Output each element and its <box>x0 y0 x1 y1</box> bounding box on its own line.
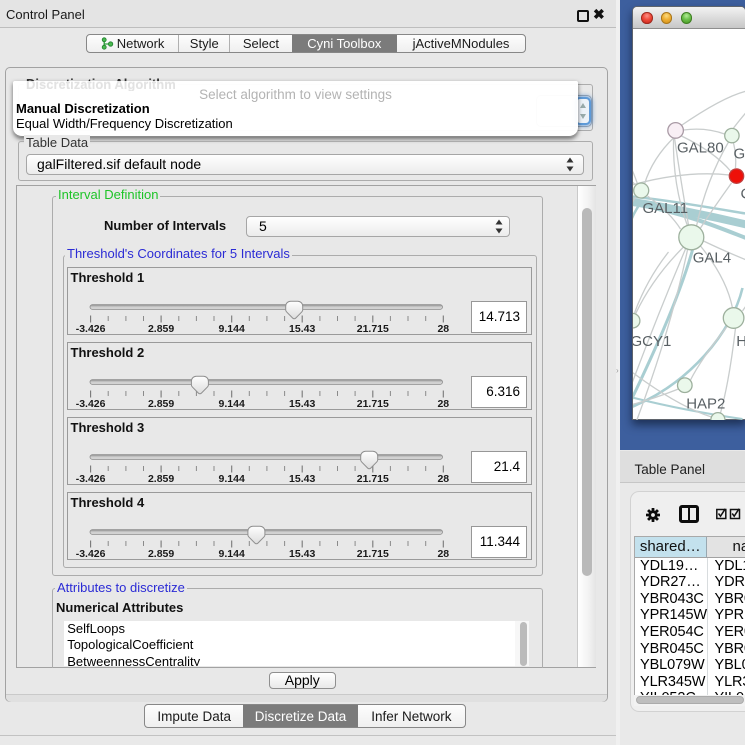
svg-text:28: 28 <box>437 473 449 485</box>
svg-text:15.43: 15.43 <box>289 473 315 485</box>
svg-text:15.43: 15.43 <box>289 398 315 410</box>
svg-text:-3.426: -3.426 <box>76 548 106 560</box>
svg-text:2.859: 2.859 <box>148 398 174 410</box>
svg-text:9.144: 9.144 <box>219 548 245 560</box>
svg-text:GAL4: GAL4 <box>692 250 730 267</box>
svg-text:GCY1: GCY1 <box>633 333 671 350</box>
svg-text:GAL11: GAL11 <box>642 200 688 217</box>
svg-text:15.43: 15.43 <box>289 323 315 335</box>
svg-text:9.144: 9.144 <box>219 473 245 485</box>
svg-text:21.715: 21.715 <box>357 473 389 485</box>
svg-text:9.144: 9.144 <box>219 323 245 335</box>
svg-text:-3.426: -3.426 <box>76 323 106 335</box>
svg-text:GA: GA <box>733 146 745 163</box>
svg-text:HAP2: HAP2 <box>686 396 725 413</box>
svg-text:21.715: 21.715 <box>357 398 389 410</box>
svg-text:28: 28 <box>437 323 449 335</box>
svg-text:C: C <box>740 186 745 203</box>
svg-text:2.859: 2.859 <box>148 473 174 485</box>
svg-text:15.43: 15.43 <box>289 548 315 560</box>
svg-text:9.144: 9.144 <box>219 398 245 410</box>
svg-text:21.715: 21.715 <box>357 323 389 335</box>
svg-text:21.715: 21.715 <box>357 548 389 560</box>
svg-text:28: 28 <box>437 398 449 410</box>
svg-text:2.859: 2.859 <box>148 323 174 335</box>
svg-text:-3.426: -3.426 <box>76 398 106 410</box>
svg-text:2.859: 2.859 <box>148 548 174 560</box>
svg-text:-3.426: -3.426 <box>76 473 106 485</box>
svg-text:GAL80: GAL80 <box>677 140 724 157</box>
svg-text:H: H <box>736 333 745 350</box>
svg-text:28: 28 <box>437 548 449 560</box>
